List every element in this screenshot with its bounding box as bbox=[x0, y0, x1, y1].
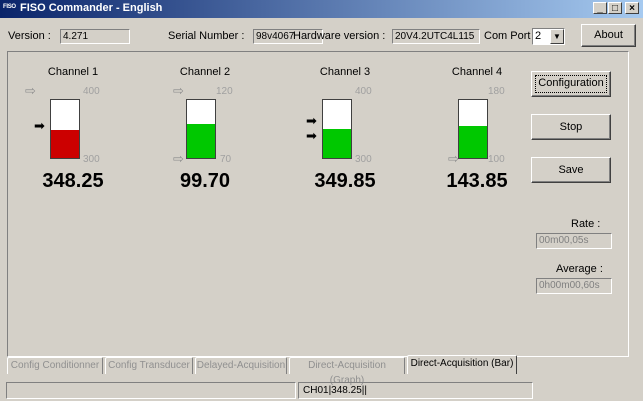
version-label: Version : bbox=[8, 30, 51, 42]
serial-number-label: Serial Number : bbox=[168, 30, 245, 42]
min-value: 300 bbox=[83, 154, 100, 165]
min-value: 70 bbox=[220, 154, 232, 165]
min-setpoint-arrow-icon: ⇨ bbox=[448, 151, 459, 166]
version-field: 4.271 bbox=[60, 29, 130, 44]
channel-4: Channel 4 180 ⇨ 100 143.85 bbox=[412, 52, 542, 202]
direct-acquisition-bar-panel: Channel 1 ⇨ 400 ➡ 300 348.25 Channel 2 ⇨… bbox=[7, 51, 629, 357]
level-fill bbox=[187, 123, 215, 158]
min-setpoint-arrow-icon: ⇨ bbox=[173, 151, 184, 166]
level-arrow-icon: ➡ bbox=[306, 128, 317, 143]
level-gauge bbox=[186, 99, 216, 159]
channel-2: Channel 2 ⇨ 120 ⇨ 70 99.70 bbox=[140, 52, 270, 202]
max-value: 120 bbox=[216, 86, 233, 97]
max-value: 400 bbox=[83, 86, 100, 97]
average-field: 0h00m00,60s bbox=[536, 278, 612, 294]
app-logo-icon: FISO bbox=[3, 4, 16, 10]
com-port-label: Com Port : bbox=[484, 30, 537, 42]
window-title: FISO Commander - English bbox=[20, 2, 163, 14]
tab-delayed-acquisition[interactable]: Delayed-Acquisition bbox=[195, 357, 287, 374]
level-fill bbox=[51, 130, 79, 158]
status-bar: CH01|348.25|| bbox=[0, 380, 643, 401]
title-bar[interactable]: FISO FISO Commander - English _ □ × bbox=[0, 0, 643, 18]
status-pane-2: CH01|348.25|| bbox=[298, 382, 533, 399]
close-button[interactable]: × bbox=[625, 2, 639, 14]
average-label: Average : bbox=[556, 263, 603, 275]
level-gauge bbox=[458, 99, 488, 159]
channel-name: Channel 3 bbox=[319, 66, 371, 78]
minimize-button[interactable]: _ bbox=[593, 2, 607, 14]
max-setpoint-arrow-icon: ⇨ bbox=[25, 83, 36, 98]
save-button[interactable]: Save bbox=[531, 157, 611, 183]
level-fill bbox=[323, 129, 351, 158]
level-gauge bbox=[322, 99, 352, 159]
level-arrow-icon: ➡ bbox=[34, 118, 45, 133]
com-port-select[interactable]: 2 ▼ bbox=[532, 28, 565, 45]
channel-name: Channel 4 bbox=[451, 66, 503, 78]
tab-direct-acquisition-bar[interactable]: Direct-Acquisition (Bar) bbox=[407, 355, 517, 374]
channel-3: Channel 3 400 ➡ ➡ 300 349.85 bbox=[280, 52, 410, 202]
max-setpoint-arrow-icon: ⇨ bbox=[173, 83, 184, 98]
min-value: 100 bbox=[488, 154, 505, 165]
channel-reading: 143.85 bbox=[446, 170, 508, 192]
chevron-down-icon[interactable]: ▼ bbox=[550, 29, 564, 44]
max-value: 180 bbox=[488, 86, 505, 97]
status-pane-1 bbox=[6, 382, 296, 399]
com-port-value: 2 bbox=[535, 30, 542, 42]
rate-label: Rate : bbox=[571, 218, 601, 230]
tab-config-transducer[interactable]: Config Transducer bbox=[105, 357, 193, 374]
hardware-version-field: 20V4.2UTC4L115 bbox=[392, 29, 480, 44]
channel-reading: 349.85 bbox=[314, 170, 376, 192]
channel-1: Channel 1 ⇨ 400 ➡ 300 348.25 bbox=[8, 52, 138, 202]
min-value: 300 bbox=[355, 154, 372, 165]
about-button[interactable]: About bbox=[581, 24, 636, 47]
channel-reading: 348.25 bbox=[42, 170, 104, 192]
tab-config-conditionner[interactable]: Config Conditionner bbox=[7, 357, 103, 374]
stop-button[interactable]: Stop bbox=[531, 114, 611, 140]
max-value: 400 bbox=[355, 86, 372, 97]
tab-direct-acquisition-graph[interactable]: Direct-Acquisition (Graph) bbox=[289, 357, 405, 386]
level-arrow-icon: ➡ bbox=[306, 113, 317, 128]
maximize-button[interactable]: □ bbox=[608, 2, 622, 14]
rate-field: 00m00,05s bbox=[536, 233, 612, 249]
hardware-version-label: Hardware version : bbox=[293, 30, 386, 42]
channel-name: Channel 1 bbox=[47, 66, 99, 78]
level-fill bbox=[459, 126, 487, 158]
level-gauge bbox=[50, 99, 80, 159]
channel-reading: 99.70 bbox=[179, 170, 231, 192]
channel-name: Channel 2 bbox=[179, 66, 231, 78]
configuration-button[interactable]: Configuration bbox=[531, 71, 611, 97]
info-bar: Version : 4.271 Serial Number : 98v4067 … bbox=[0, 18, 643, 51]
